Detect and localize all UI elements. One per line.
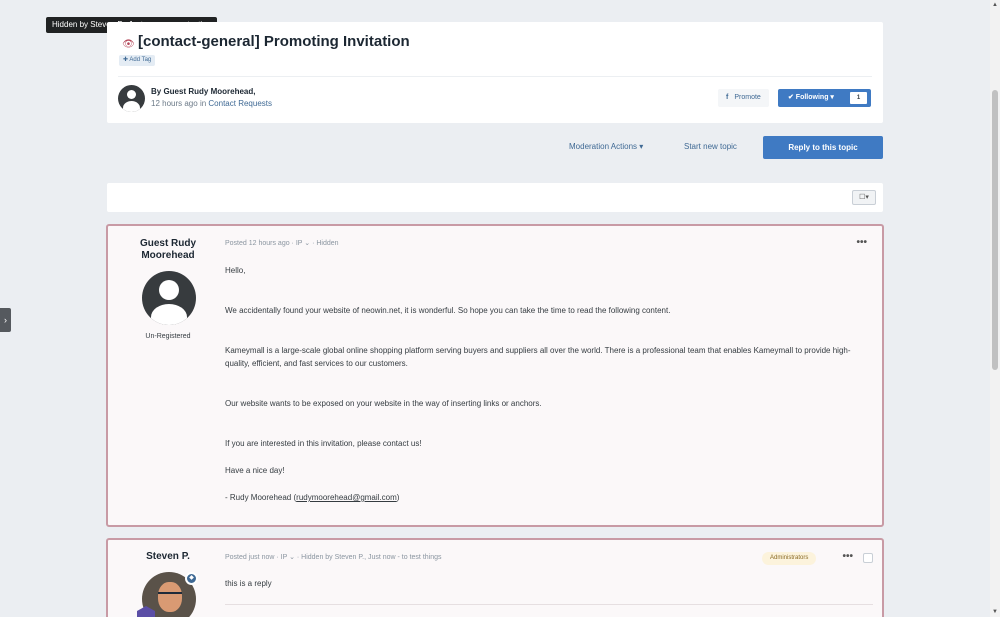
status-badge: Administrators bbox=[762, 552, 817, 565]
topic-time: 12 hours ago bbox=[151, 99, 198, 108]
start-new-topic-link[interactable]: Start new topic bbox=[684, 142, 737, 151]
scrollbar[interactable]: ▲ ▼ bbox=[990, 0, 1000, 617]
promote-label: Promote bbox=[734, 94, 761, 101]
more-options-icon[interactable]: ••• bbox=[842, 551, 853, 562]
topic-header: 👁 [contact-general] Promoting Invitation… bbox=[107, 22, 883, 123]
email-link[interactable]: rudymoorehead@gmail.com bbox=[296, 493, 397, 502]
follower-count: 1 bbox=[850, 92, 867, 104]
post-paragraph: We accidentally found your website of ne… bbox=[225, 306, 671, 315]
facebook-icon: f bbox=[726, 94, 729, 101]
post-paragraph: Have a nice day! bbox=[225, 466, 285, 475]
post-meta[interactable]: Posted just now · IP ⌄ · Hidden by Steve… bbox=[225, 553, 442, 561]
shield-icon: ◆ bbox=[185, 572, 198, 585]
post-paragraph: Hello, bbox=[225, 266, 246, 275]
author-byline[interactable]: By Guest Rudy Moorehead, bbox=[151, 87, 255, 96]
post: Steven P. ◆ Posted just now · IP ⌄ · Hid… bbox=[106, 538, 884, 617]
post-signature: - Rudy Moorehead (rudymoorehead@gmail.co… bbox=[225, 491, 870, 504]
avatar[interactable] bbox=[118, 85, 145, 112]
signature-text: ) bbox=[396, 493, 400, 502]
divider bbox=[225, 604, 873, 605]
post: Guest Rudy Moorehead Un-Registered Poste… bbox=[106, 224, 884, 527]
post-select-checkbox[interactable] bbox=[863, 553, 873, 563]
post-author-name[interactable]: Guest Rudy Moorehead bbox=[128, 238, 208, 262]
post-paragraph: Our website wants to be exposed on your … bbox=[225, 399, 542, 408]
promote-button[interactable]: f Promote bbox=[718, 89, 769, 107]
add-tag-button[interactable]: ✚ Add Tag bbox=[119, 55, 156, 66]
sidebar-toggle-icon[interactable]: › bbox=[0, 308, 11, 332]
post-toolbar: ☐▾ bbox=[107, 183, 883, 212]
in-label: in bbox=[199, 99, 207, 108]
multi-select-button[interactable]: ☐▾ bbox=[852, 190, 876, 205]
post-author-name[interactable]: Steven P. bbox=[128, 551, 208, 563]
post-content: this is a reply bbox=[225, 579, 272, 588]
topic-title: [contact-general] Promoting Invitation bbox=[138, 33, 410, 50]
post-meta[interactable]: Posted 12 hours ago · IP ⌄ · Hidden bbox=[225, 239, 339, 247]
scroll-down-icon[interactable]: ▼ bbox=[992, 609, 998, 615]
following-button[interactable]: ✔ Following ▾ 1 bbox=[778, 89, 871, 107]
forum-link[interactable]: Contact Requests bbox=[208, 99, 272, 108]
avatar[interactable] bbox=[142, 271, 196, 325]
more-options-icon[interactable]: ••• bbox=[856, 237, 867, 248]
member-group: Un-Registered bbox=[145, 333, 191, 340]
post-paragraph: Kameymall is a large-scale global online… bbox=[225, 346, 851, 368]
signature-text: - Rudy Moorehead ( bbox=[225, 493, 297, 502]
post-paragraph: If you are interested in this invitation… bbox=[225, 439, 422, 448]
reply-to-topic-button[interactable]: Reply to this topic bbox=[763, 136, 883, 159]
topic-meta: 12 hours ago in Contact Requests bbox=[151, 99, 272, 108]
post-content: Hello, We accidentally found your websit… bbox=[225, 264, 870, 504]
hidden-eye-icon[interactable]: 👁 bbox=[122, 38, 135, 51]
divider bbox=[118, 76, 872, 77]
scroll-up-icon[interactable]: ▲ bbox=[992, 2, 998, 8]
following-label: ✔ Following ▾ bbox=[788, 94, 834, 101]
scrollbar-thumb[interactable] bbox=[992, 90, 998, 370]
moderation-actions-button[interactable]: Moderation Actions ▾ bbox=[569, 142, 643, 151]
